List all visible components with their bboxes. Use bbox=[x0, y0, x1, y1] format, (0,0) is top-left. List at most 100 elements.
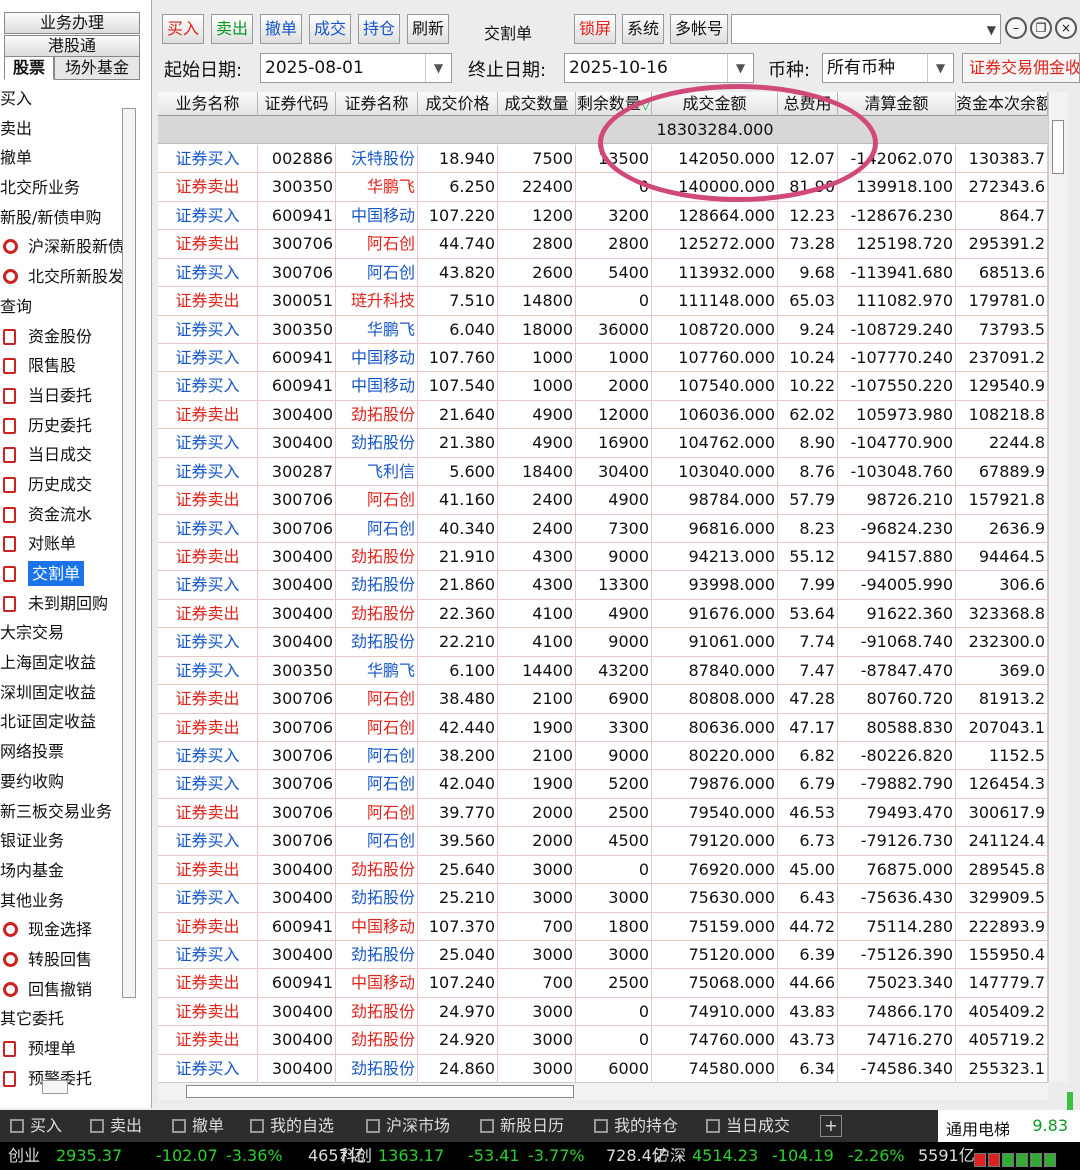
table-row[interactable]: 证券买入 300400 劲拓股份 21.380 4900 16900 104762.000 8… bbox=[158, 429, 1048, 458]
bottom-buy-button[interactable]: 买入 bbox=[10, 1110, 62, 1142]
currency-select[interactable]: 所有币种 ▼ bbox=[822, 53, 954, 83]
table-row[interactable]: 证券买入 002886 沃特股份 18.940 7500 13500 142050.000 1… bbox=[158, 145, 1048, 174]
sidebar-item[interactable]: 网络投票 bbox=[0, 737, 122, 767]
sidebar-item[interactable]: 现金选择 bbox=[0, 915, 122, 945]
scroll-thumb[interactable] bbox=[1052, 120, 1064, 174]
table-row[interactable]: 证券卖出 300400 劲拓股份 25.640 3000 0 76920.000 45.00 7… bbox=[158, 855, 1048, 885]
tab-otc-funds[interactable]: 场外基金 bbox=[54, 56, 140, 80]
table-row[interactable]: 证券卖出 300706 阿石创 42.440 1900 3300 80636.000 47.1… bbox=[158, 713, 1048, 743]
sidebar-item[interactable]: 新股/新债申购 bbox=[0, 203, 122, 233]
sidebar-item[interactable]: 卖出 bbox=[0, 114, 122, 144]
sidebar-item[interactable]: 回售撤销 bbox=[0, 975, 122, 1005]
table-row[interactable]: 证券卖出 300400 劲拓股份 24.920 3000 0 74760.000 43.73 7… bbox=[158, 1026, 1048, 1055]
chevron-down-icon[interactable]: ▼ bbox=[727, 54, 753, 82]
sidebar-item[interactable]: 查询 bbox=[0, 292, 122, 322]
sidebar-item[interactable]: 历史委托 bbox=[0, 411, 122, 441]
column-header[interactable]: 资金本次余额 bbox=[956, 92, 1048, 116]
column-header[interactable]: 成交价格 bbox=[418, 92, 498, 116]
sidebar-item[interactable]: 当日委托 bbox=[0, 381, 122, 411]
sidebar-item[interactable]: 买入 bbox=[0, 84, 122, 114]
hk-connect-button[interactable]: 港股通 bbox=[4, 35, 140, 57]
sidebar-item[interactable]: 深圳固定收益 bbox=[0, 678, 122, 708]
sidebar-item[interactable]: 上海固定收益 bbox=[0, 648, 122, 678]
commission-button[interactable]: 证券交易佣金收 bbox=[962, 53, 1080, 83]
table-row[interactable]: 证券买入 300706 阿石创 42.040 1900 5200 79876.000 6.79… bbox=[158, 770, 1048, 799]
bottom-market-button[interactable]: 沪深市场 bbox=[366, 1110, 450, 1142]
table-row[interactable]: 证券买入 300287 飞利信 5.600 18400 30400 103040.000 8.… bbox=[158, 457, 1048, 487]
start-date-field[interactable]: 2025-08-01 ▼ bbox=[260, 53, 452, 83]
column-header[interactable]: 剩余数量▽ bbox=[576, 92, 652, 116]
end-date-field[interactable]: 2025-10-16 ▼ bbox=[564, 53, 754, 83]
table-row[interactable]: 证券买入 600941 中国移动 107.540 1000 2000 107540.000 1… bbox=[158, 372, 1048, 401]
sidebar-item[interactable]: 其它委托 bbox=[0, 1004, 122, 1034]
cancel-order-button[interactable]: 撤单 bbox=[260, 14, 303, 44]
sidebar-item[interactable]: 其他业务 bbox=[0, 886, 122, 916]
column-header[interactable]: 成交数量 bbox=[498, 92, 576, 116]
bottom-holdings-button[interactable]: 我的持仓 bbox=[594, 1110, 678, 1142]
table-vscroll[interactable] bbox=[1048, 92, 1073, 1152]
sidebar-item[interactable]: 北交所新股发 bbox=[0, 262, 122, 292]
bottom-ipo-calendar-button[interactable]: 新股日历 bbox=[480, 1110, 564, 1142]
sidebar-item[interactable]: 交割单 bbox=[0, 559, 122, 589]
column-header[interactable]: 证券名称 bbox=[336, 92, 418, 116]
add-icon[interactable]: + bbox=[820, 1115, 842, 1137]
sidebar-item[interactable]: 资金股份 bbox=[0, 322, 122, 352]
account-select[interactable]: ▼ bbox=[731, 14, 1001, 44]
sidebar-item[interactable]: 银证业务 bbox=[0, 826, 122, 856]
table-row[interactable]: 证券卖出 300706 阿石创 39.770 2000 2500 79540.000 46.5… bbox=[158, 798, 1048, 828]
sidebar-item[interactable]: 撤单 bbox=[0, 143, 122, 173]
sidebar-item[interactable]: 大宗交易 bbox=[0, 618, 122, 648]
lock-screen-button[interactable]: 锁屏 bbox=[574, 14, 617, 44]
chevron-down-icon[interactable]: ▼ bbox=[927, 54, 953, 82]
sidebar-item[interactable]: 当日成交 bbox=[0, 440, 122, 470]
sell-button[interactable]: 卖出 bbox=[211, 14, 254, 44]
column-header[interactable]: 业务名称 bbox=[158, 92, 258, 116]
table-row[interactable]: 证券买入 300400 劲拓股份 22.210 4100 9000 91061.000 7.7… bbox=[158, 628, 1048, 657]
table-row[interactable]: 证券卖出 300400 劲拓股份 22.360 4100 4900 91676.000 53.… bbox=[158, 599, 1048, 629]
table-row[interactable]: 证券买入 600941 中国移动 107.220 1200 3200 128664.000 1… bbox=[158, 201, 1048, 231]
sidebar-item[interactable]: 资金流水 bbox=[0, 500, 122, 530]
table-row[interactable]: 证券买入 300400 劲拓股份 24.860 3000 6000 74580.000 6.3… bbox=[158, 1054, 1048, 1082]
sidebar-item[interactable]: 转股回售 bbox=[0, 945, 122, 975]
table-row[interactable]: 证券买入 600941 中国移动 107.760 1000 1000 107760.000 1… bbox=[158, 344, 1048, 373]
table-row[interactable]: 证券买入 300400 劲拓股份 25.040 3000 3000 75120.000 6.3… bbox=[158, 941, 1048, 970]
system-button[interactable]: 系统 bbox=[622, 14, 665, 44]
table-row[interactable]: 证券卖出 300400 劲拓股份 21.910 4300 9000 94213.000 55.… bbox=[158, 543, 1048, 572]
sidebar-item[interactable]: 未到期回购 bbox=[0, 589, 122, 619]
sidebar-item[interactable]: 预埋单 bbox=[0, 1034, 122, 1064]
table-row[interactable]: 证券买入 300350 华鹏飞 6.100 14400 43200 87840.000 7.4… bbox=[158, 656, 1048, 686]
bottom-watchlist-button[interactable]: 我的自选 bbox=[250, 1110, 334, 1142]
tab-stocks[interactable]: 股票 bbox=[4, 56, 54, 80]
sidebar-item[interactable]: 历史成交 bbox=[0, 470, 122, 500]
business-button[interactable]: 业务办理 bbox=[4, 12, 140, 34]
column-header[interactable]: 总费用 bbox=[778, 92, 838, 116]
buy-button[interactable]: 买入 bbox=[162, 14, 205, 44]
close-icon[interactable]: × bbox=[1055, 17, 1077, 39]
column-header[interactable]: 成交金额 bbox=[652, 92, 778, 116]
chevron-down-icon[interactable]: ▼ bbox=[425, 54, 451, 82]
table-row[interactable]: 证券卖出 600941 中国移动 107.370 700 1800 75159.000 44.… bbox=[158, 912, 1048, 942]
ticker[interactable]: 通用电梯 9.83 bbox=[938, 1110, 1080, 1142]
sidebar-item[interactable]: 要约收购 bbox=[0, 767, 122, 797]
table-row[interactable]: 证券卖出 300706 阿石创 41.160 2400 4900 98784.000 57.7… bbox=[158, 486, 1048, 515]
sidebar-item[interactable]: 北交所业务 bbox=[0, 173, 122, 203]
scroll-thumb[interactable] bbox=[186, 1085, 574, 1098]
table-row[interactable]: 证券卖出 300706 阿石创 38.480 2100 6900 80808.000 47.2… bbox=[158, 685, 1048, 714]
table-hscroll[interactable] bbox=[158, 1082, 1048, 1100]
multi-account-button[interactable]: 多帐号 bbox=[670, 14, 729, 44]
table-row[interactable]: 证券卖出 300400 劲拓股份 24.970 3000 0 74910.000 43.83 7… bbox=[158, 997, 1048, 1027]
refresh-button[interactable]: 刷新 bbox=[407, 14, 450, 44]
table-row[interactable]: 证券买入 300706 阿石创 38.200 2100 9000 80220.000 6.82… bbox=[158, 742, 1048, 771]
position-button[interactable]: 持仓 bbox=[358, 14, 401, 44]
sidebar-scrollbar[interactable] bbox=[122, 108, 136, 998]
table-row[interactable]: 证券卖出 300400 劲拓股份 21.640 4900 12000 106036.000 6… bbox=[158, 400, 1048, 430]
table-row[interactable]: 证券卖出 300350 华鹏飞 6.250 22400 0 140000.000 81.90 1… bbox=[158, 173, 1048, 202]
sidebar-item[interactable]: 沪深新股新债 bbox=[0, 232, 122, 262]
table-row[interactable]: 证券买入 300706 阿石创 43.820 2600 5400 113932.000 9.6… bbox=[158, 258, 1048, 288]
sidebar-item[interactable]: 限售股 bbox=[0, 351, 122, 381]
table-row[interactable]: 证券买入 300350 华鹏飞 6.040 18000 36000 108720.000 9.… bbox=[158, 315, 1048, 344]
sidebar-hscroll[interactable] bbox=[42, 1080, 68, 1094]
table-row[interactable]: 证券买入 300706 阿石创 40.340 2400 7300 96816.000 8.23… bbox=[158, 514, 1048, 543]
bottom-sell-button[interactable]: 卖出 bbox=[90, 1110, 142, 1142]
sidebar-item[interactable]: 场内基金 bbox=[0, 856, 122, 886]
